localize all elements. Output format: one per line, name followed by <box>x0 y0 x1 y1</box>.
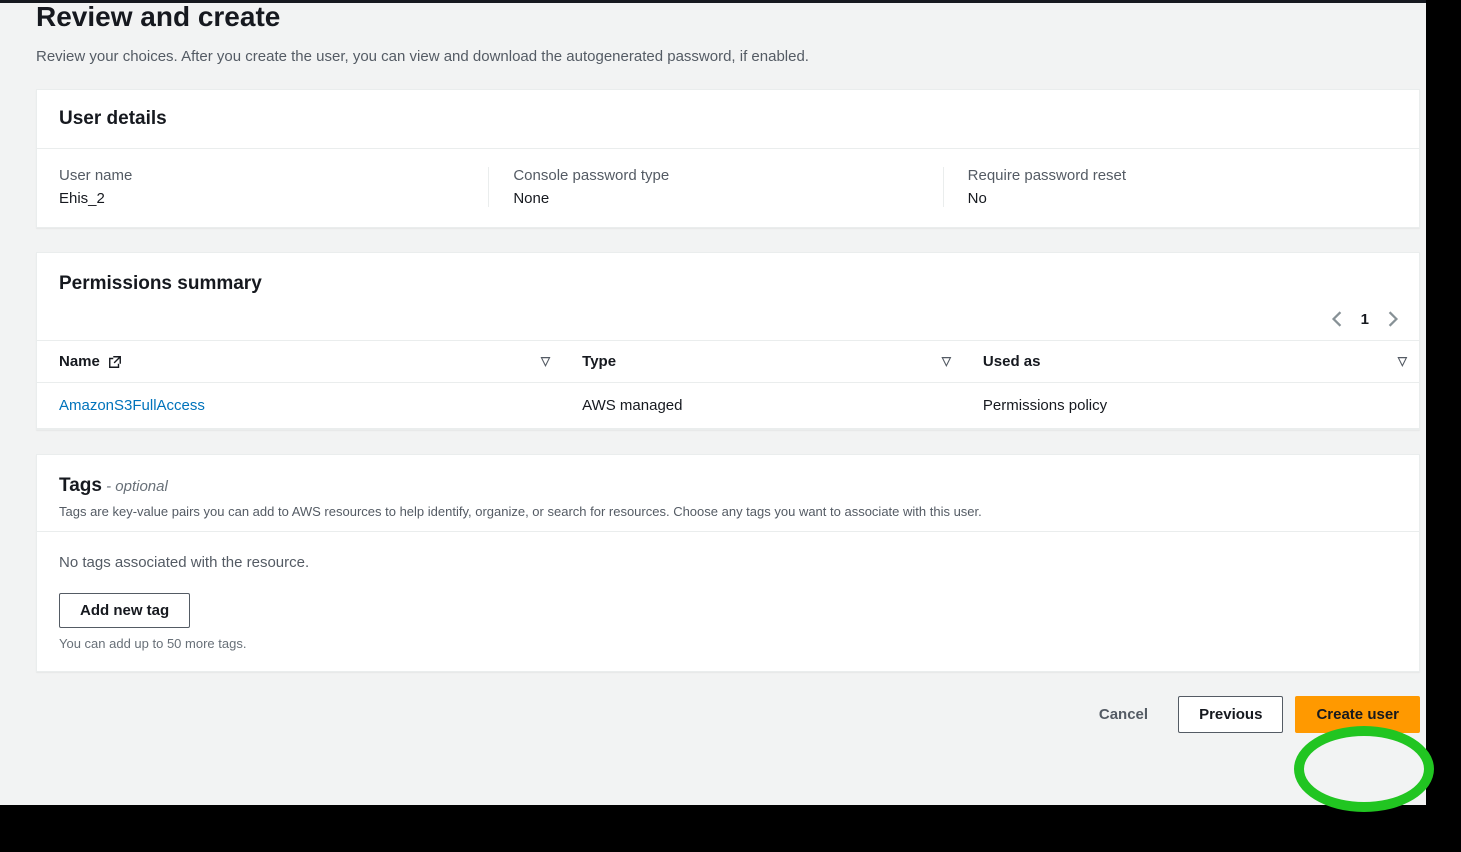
col-header-name-label: Name <box>59 353 100 370</box>
user-name-label: User name <box>59 167 468 184</box>
policy-type: AWS managed <box>562 382 963 428</box>
tags-empty-message: No tags associated with the resource. <box>59 554 1397 571</box>
pagination: 1 <box>37 303 1419 340</box>
tags-heading: Tags <box>59 475 102 496</box>
user-name-value: Ehis_2 <box>59 190 468 207</box>
tags-description: Tags are key-value pairs you can add to … <box>59 503 1397 521</box>
col-header-name[interactable]: Name ▽ <box>37 340 562 382</box>
policy-usedas: Permissions policy <box>963 382 1419 428</box>
policy-link[interactable]: AmazonS3FullAccess <box>59 397 205 414</box>
filter-icon[interactable]: ▽ <box>942 354 951 368</box>
permissions-table: Name ▽ Type ▽ Used as ▽ <box>37 340 1419 429</box>
require-reset-label: Require password reset <box>968 167 1377 184</box>
add-tag-button[interactable]: Add new tag <box>59 593 190 628</box>
user-details-heading: User details <box>59 108 1397 130</box>
filter-icon[interactable]: ▽ <box>541 354 550 368</box>
tags-limit-hint: You can add up to 50 more tags. <box>59 636 1397 651</box>
page-title: Review and create <box>36 0 1420 34</box>
col-header-usedas[interactable]: Used as ▽ <box>963 340 1419 382</box>
table-row: AmazonS3FullAccess AWS managed Permissio… <box>37 382 1419 428</box>
user-details-panel: User details User name Ehis_2 Console pa… <box>36 89 1420 228</box>
permissions-heading: Permissions summary <box>59 273 1397 295</box>
col-header-usedas-label: Used as <box>983 353 1041 370</box>
previous-button[interactable]: Previous <box>1178 696 1283 733</box>
permissions-panel: Permissions summary 1 Name <box>36 252 1420 430</box>
chevron-left-icon[interactable] <box>1331 311 1343 327</box>
footer-actions: Cancel Previous Create user <box>36 696 1420 739</box>
require-reset-value: No <box>968 190 1377 207</box>
tags-optional-label: - optional <box>102 478 168 495</box>
cancel-button[interactable]: Cancel <box>1081 696 1166 733</box>
col-header-type[interactable]: Type ▽ <box>562 340 963 382</box>
filter-icon[interactable]: ▽ <box>1398 354 1407 368</box>
password-type-label: Console password type <box>513 167 922 184</box>
external-link-icon <box>108 355 122 369</box>
create-user-button[interactable]: Create user <box>1295 696 1420 733</box>
tags-panel: Tags - optional Tags are key-value pairs… <box>36 454 1420 672</box>
col-header-type-label: Type <box>582 353 616 370</box>
chevron-right-icon[interactable] <box>1387 311 1399 327</box>
password-type-value: None <box>513 190 922 207</box>
page-subtitle: Review your choices. After you create th… <box>36 48 1420 65</box>
pagination-current: 1 <box>1361 311 1369 328</box>
